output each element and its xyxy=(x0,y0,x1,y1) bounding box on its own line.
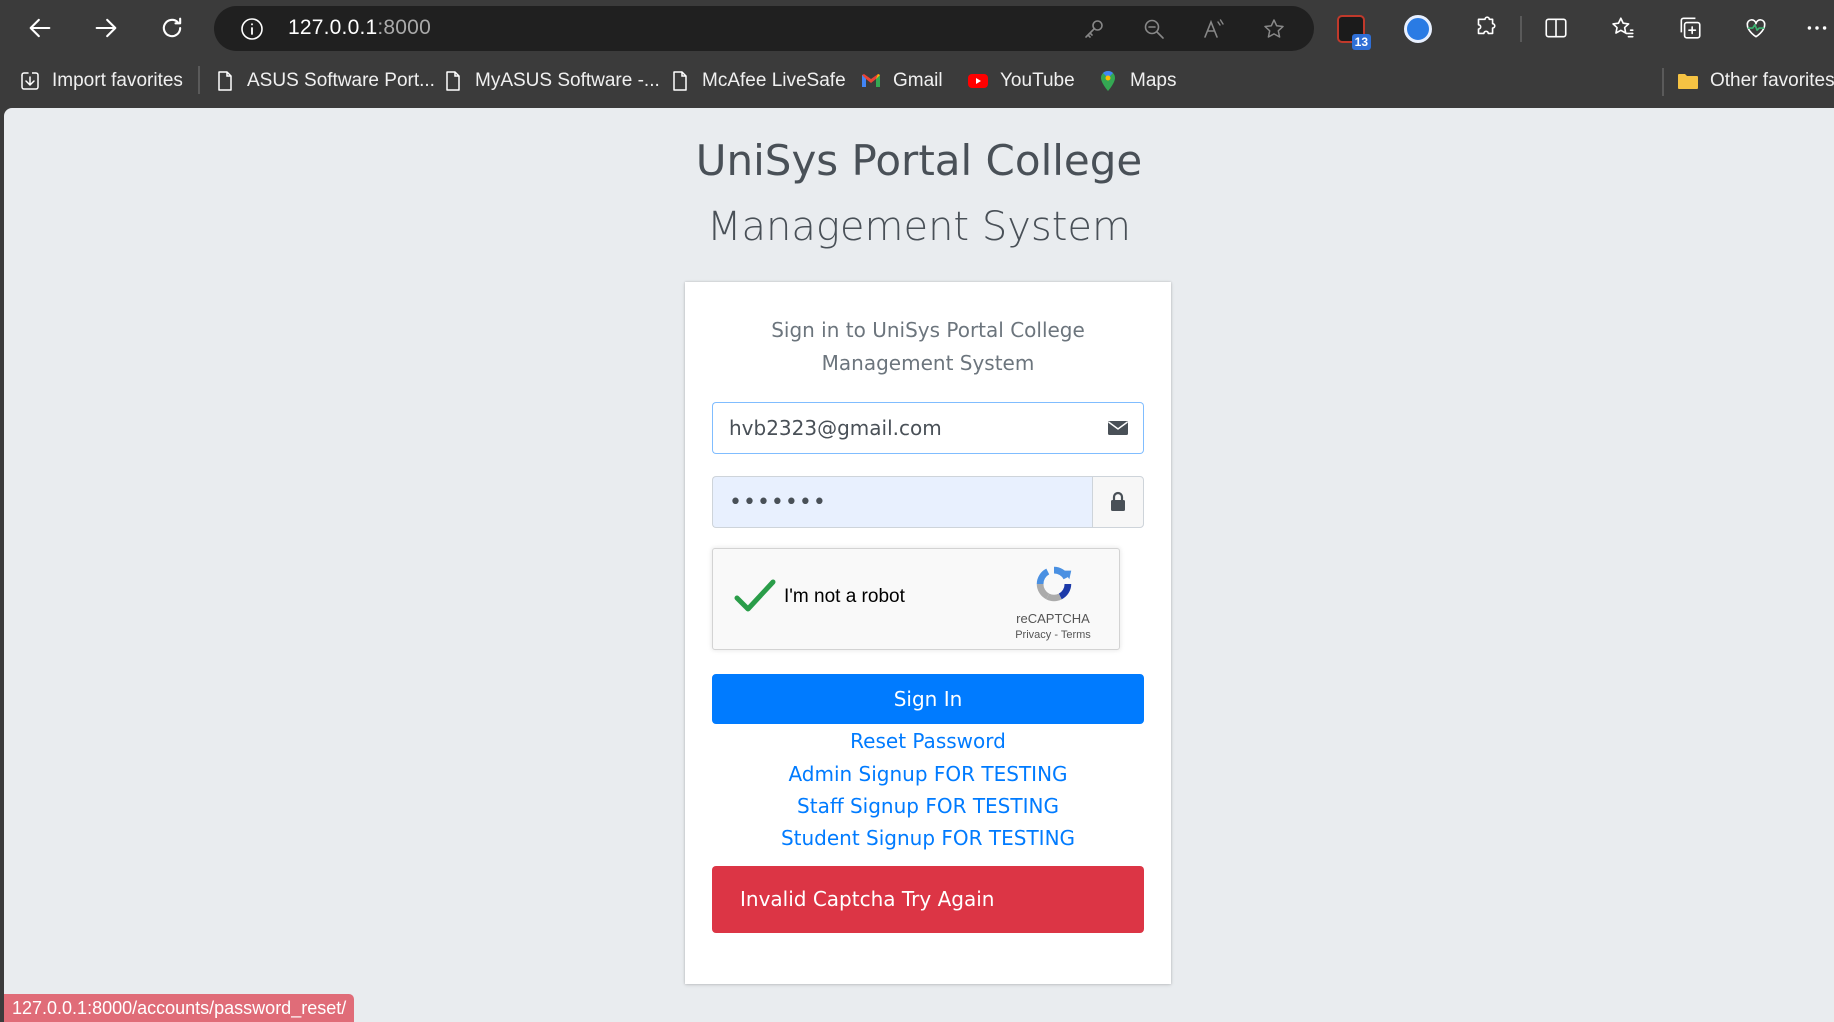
email-field[interactable] xyxy=(712,402,1092,454)
favorites-bar: Import favorites ASUS Software Port... M… xyxy=(0,56,1834,108)
favorites-divider xyxy=(198,66,200,94)
folder-icon xyxy=(1678,74,1698,89)
password-key-button[interactable] xyxy=(1080,15,1108,43)
puzzle-icon xyxy=(1477,16,1496,35)
extension-badge-button[interactable]: 13 xyxy=(1337,15,1371,50)
browser-essentials-button[interactable] xyxy=(1738,10,1774,46)
recaptcha-label: I'm not a robot xyxy=(784,586,905,607)
brand-title: UniSys Portal College xyxy=(695,136,1143,185)
admin-signup-link[interactable]: Admin Signup FOR TESTING xyxy=(685,762,1171,786)
login-message-line1: Sign in to UniSys Portal College xyxy=(771,318,1085,342)
error-alert: Invalid Captcha Try Again xyxy=(712,866,1144,933)
status-bar-url: 127.0.0.1:8000/accounts/password_reset/ xyxy=(4,994,355,1022)
back-button[interactable] xyxy=(18,6,62,50)
maps-icon xyxy=(1101,70,1115,91)
password-input-group xyxy=(712,476,1144,528)
more-dots-icon xyxy=(1807,26,1827,30)
envelope-icon xyxy=(1107,421,1128,435)
shield-extension-icon[interactable] xyxy=(1404,15,1432,43)
import-icon xyxy=(21,72,39,90)
zoom-button[interactable] xyxy=(1140,15,1168,43)
recaptcha-widget: I'm not a robot reCAPTCHA Privacy - Term… xyxy=(712,548,1120,650)
forward-arrow-icon xyxy=(95,18,117,38)
more-menu-button[interactable] xyxy=(1800,10,1834,46)
brand-subtitle: Management System xyxy=(707,204,1131,250)
url-text[interactable]: 127.0.0.1:8000 xyxy=(288,16,431,40)
favorite-import[interactable]: Import favorites xyxy=(18,66,183,96)
lock-icon xyxy=(1111,491,1125,511)
favorites-divider-right xyxy=(1662,68,1664,96)
extension-badge-count: 13 xyxy=(1351,34,1371,50)
info-icon[interactable] xyxy=(240,17,264,41)
zoom-out-icon xyxy=(1144,19,1164,39)
toolbar-divider xyxy=(1520,16,1522,42)
refresh-button[interactable] xyxy=(150,6,194,50)
recaptcha-brand: reCAPTCHA xyxy=(1016,611,1090,626)
favorite-asus-software-portal[interactable]: ASUS Software Port... xyxy=(213,66,435,96)
page-icon xyxy=(218,71,232,91)
star-icon xyxy=(1264,19,1284,38)
read-aloud-button[interactable] xyxy=(1200,15,1228,43)
favorite-maps[interactable]: Maps xyxy=(1096,66,1176,96)
login-card: Sign in to UniSys Portal College Managem… xyxy=(685,282,1171,984)
favorite-gmail[interactable]: Gmail xyxy=(859,66,943,96)
staff-signup-link[interactable]: Staff Signup FOR TESTING xyxy=(685,794,1171,818)
youtube-icon xyxy=(968,74,988,88)
password-field[interactable] xyxy=(712,476,1092,528)
sign-in-button[interactable]: Sign In xyxy=(712,674,1144,724)
login-box-message: Sign in to UniSys Portal College Managem… xyxy=(685,314,1171,380)
favorite-mcafee-livesafe[interactable]: McAfee LiveSafe xyxy=(668,66,846,96)
split-screen-icon xyxy=(1545,18,1567,38)
student-signup-link[interactable]: Student Signup FOR TESTING xyxy=(685,826,1171,850)
favorite-myasus-software[interactable]: MyASUS Software -... xyxy=(441,66,660,96)
heart-pulse-icon xyxy=(1746,19,1766,38)
email-input-group xyxy=(712,402,1144,454)
page-icon xyxy=(446,71,460,91)
password-addon xyxy=(1092,476,1144,528)
page-viewport: UniSys Portal College Management System … xyxy=(4,108,1834,1022)
refresh-icon xyxy=(162,17,182,38)
back-arrow-icon xyxy=(29,18,51,38)
favorites-button[interactable] xyxy=(1605,10,1641,46)
recaptcha-checkmark-icon[interactable] xyxy=(733,577,777,617)
favorite-youtube[interactable]: YouTube xyxy=(966,66,1075,96)
other-favorites-folder[interactable]: Other favorites xyxy=(1676,66,1834,96)
gmail-icon xyxy=(862,74,880,87)
collections-button[interactable] xyxy=(1672,10,1708,46)
recaptcha-logo-icon xyxy=(1036,566,1072,602)
reset-password-link[interactable]: Reset Password xyxy=(685,729,1171,753)
address-bar[interactable]: 127.0.0.1:8000 xyxy=(214,6,1314,51)
login-message-line2: Management System xyxy=(821,351,1035,375)
favorite-star-button[interactable] xyxy=(1260,15,1288,43)
forward-button[interactable] xyxy=(84,6,128,50)
favorites-star-icon xyxy=(1612,17,1634,38)
browser-toolbar: 127.0.0.1:8000 13 xyxy=(0,0,1834,56)
key-icon xyxy=(1085,20,1103,38)
split-screen-button[interactable] xyxy=(1538,10,1574,46)
recaptcha-privacy-terms-link[interactable]: Privacy - Terms xyxy=(998,629,1108,641)
page-icon xyxy=(673,71,687,91)
email-addon xyxy=(1092,402,1144,454)
read-aloud-icon xyxy=(1204,19,1224,38)
extensions-button[interactable] xyxy=(1467,10,1503,46)
collections-icon xyxy=(1680,17,1701,39)
